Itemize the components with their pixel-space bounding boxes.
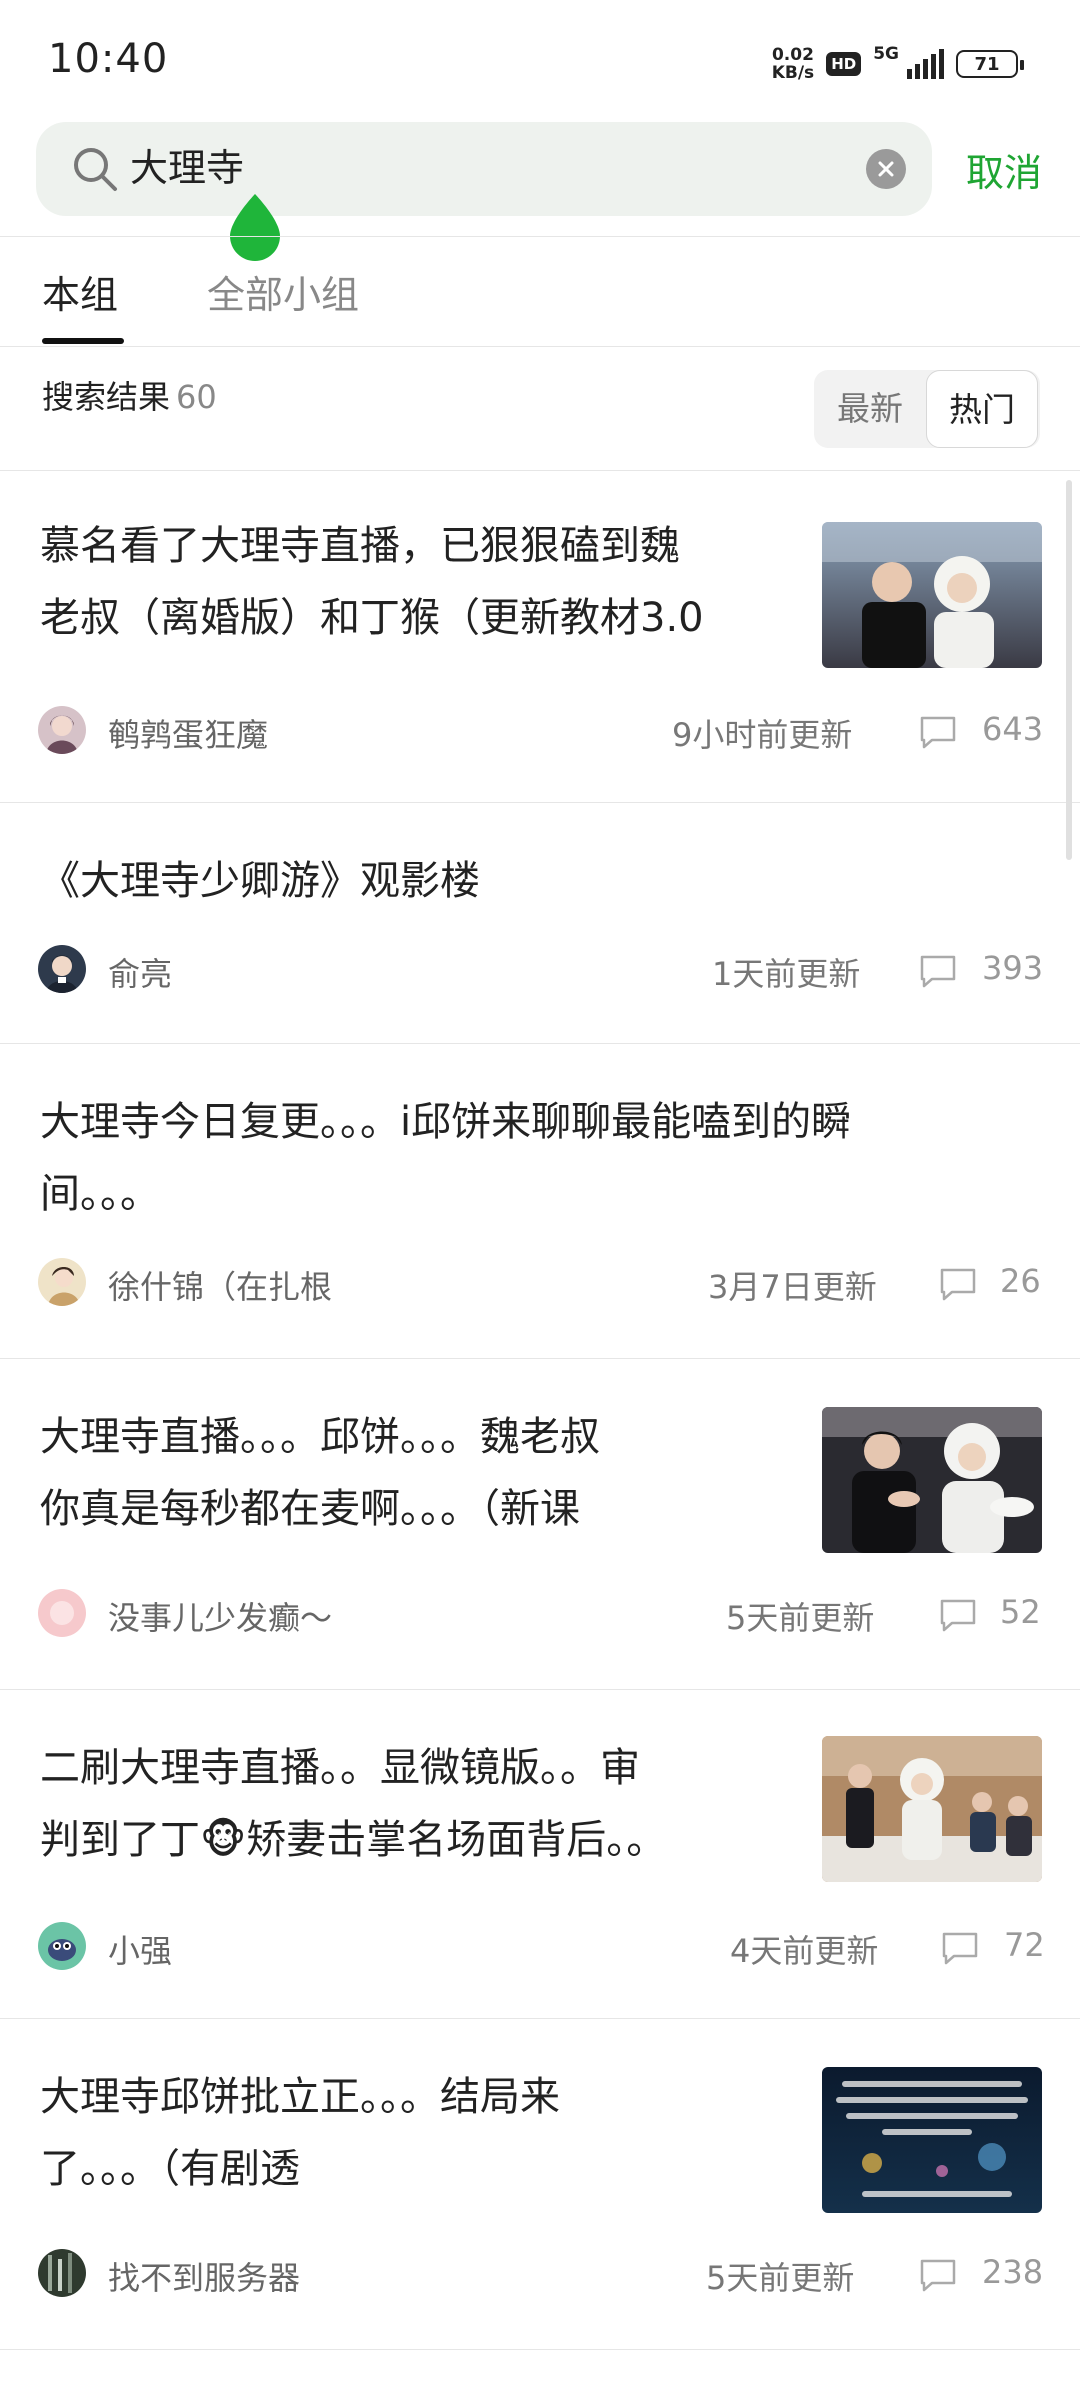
updated-time: 9小时前更新: [672, 716, 853, 754]
post-thumbnail[interactable]: [822, 1736, 1042, 1882]
sort-hot-button[interactable]: 热门: [926, 370, 1038, 448]
result-label: 搜索结果: [42, 378, 171, 416]
post-title[interactable]: 二刷大理寺直播。。显微镜版。。审 判到了丁🐵矫妻击掌名场面背后。。: [40, 1732, 666, 1876]
signal-icon: [907, 49, 944, 79]
post-title[interactable]: 大理寺今日复更。。。i邱饼来聊聊最能嗑到的瞬 间。。。: [40, 1086, 851, 1230]
list-item[interactable]: 大理寺邱饼批立正。。。结局来 了。。。（有剧透 找不到服务器 5天前更新 238: [0, 2019, 1080, 2349]
post-meta: 找不到服务器 5天前更新 238: [0, 2249, 1080, 2305]
search-input[interactable]: 大理寺: [36, 122, 932, 216]
search-query[interactable]: 大理寺: [130, 142, 244, 194]
comment-count: 26: [1000, 1262, 1041, 1300]
sort-latest-button[interactable]: 最新: [814, 370, 926, 448]
comment-count: 238: [982, 2253, 1044, 2291]
network-type-label: 5G: [873, 44, 899, 64]
avatar[interactable]: [38, 945, 86, 993]
post-meta: 鹌鹑蛋狂魔 9小时前更新 643: [0, 706, 1080, 762]
post-meta: 没事儿少发癫～ 5天前更新 52: [0, 1589, 1080, 1645]
post-title[interactable]: 慕名看了大理寺直播，已狠狠磕到魏 老叔（离婚版）和丁猴（更新教材3.0: [40, 510, 704, 654]
tab-this-group[interactable]: 本组: [42, 264, 118, 319]
post-thumbnail[interactable]: [822, 1407, 1042, 1553]
comment-count: 393: [982, 949, 1044, 987]
status-icons: 0.02 KB/s HD 5G 71: [772, 44, 1024, 84]
comment-icon: [940, 1599, 976, 1632]
hd-icon: HD: [826, 52, 862, 76]
comment-icon: [942, 1932, 978, 1965]
post-meta: 小强 4天前更新 72: [0, 1922, 1080, 1978]
author-name[interactable]: 徐什锦（在扎根: [108, 1262, 332, 1308]
comment-icon: [920, 955, 956, 988]
comment-count: 72: [1004, 1926, 1045, 1964]
author-name[interactable]: 没事儿少发癫～: [108, 1593, 332, 1639]
result-count: 60: [176, 378, 217, 416]
comment-icon: [940, 1268, 976, 1301]
list-item[interactable]: 《大理寺少卿游》观影楼 俞亮 1天前更新 393: [0, 803, 1080, 1043]
avatar[interactable]: [38, 2249, 86, 2297]
tabs-divider: [0, 346, 1080, 347]
divider: [0, 2349, 1080, 2350]
author-name[interactable]: 小强: [108, 1926, 172, 1972]
updated-time: 1天前更新: [712, 955, 861, 993]
network-speed-unit: KB/s: [771, 63, 815, 83]
active-tab-indicator: [42, 338, 124, 344]
avatar[interactable]: [38, 1258, 86, 1306]
updated-time: 4天前更新: [730, 1932, 879, 1970]
list-item[interactable]: 大理寺直播。。。邱饼。。。魏老叔 你真是每秒都在麦啊。。。（新课 没事儿少发癫～…: [0, 1359, 1080, 1689]
clear-icon[interactable]: [866, 149, 906, 189]
author-name[interactable]: 俞亮: [108, 949, 172, 995]
post-title[interactable]: 大理寺邱饼批立正。。。结局来 了。。。（有剧透: [40, 2061, 560, 2205]
battery-icon: 71: [956, 50, 1024, 78]
comment-count: 52: [1000, 1593, 1041, 1631]
result-summary: 搜索结果 60: [42, 372, 217, 418]
comment-icon: [920, 716, 956, 749]
updated-time: 5天前更新: [726, 1599, 875, 1637]
text-cursor-handle-icon[interactable]: [228, 192, 282, 262]
network-speed: 0.02 KB/s: [772, 46, 814, 82]
scrollbar[interactable]: [1066, 480, 1072, 860]
cancel-button[interactable]: 取消: [966, 142, 1042, 197]
post-title[interactable]: 大理寺直播。。。邱饼。。。魏老叔 你真是每秒都在麦啊。。。（新课: [40, 1401, 600, 1545]
updated-time: 5天前更新: [706, 2259, 855, 2297]
tab-all-groups[interactable]: 全部小组: [207, 264, 359, 319]
list-item[interactable]: 慕名看了大理寺直播，已狠狠磕到魏 老叔（离婚版）和丁猴（更新教材3.0 鹌鹑蛋狂…: [0, 470, 1080, 802]
author-name[interactable]: 找不到服务器: [108, 2253, 300, 2299]
post-meta: 徐什锦（在扎根 3月7日更新 26: [0, 1258, 1080, 1314]
post-thumbnail[interactable]: [822, 2067, 1042, 2213]
author-name[interactable]: 鹌鹑蛋狂魔: [108, 710, 268, 756]
list-item[interactable]: 大理寺今日复更。。。i邱饼来聊聊最能嗑到的瞬 间。。。 徐什锦（在扎根 3月7日…: [0, 1044, 1080, 1358]
avatar[interactable]: [38, 1589, 86, 1637]
header-divider: [0, 236, 1080, 237]
sort-toggle: 最新 热门: [814, 370, 1040, 448]
comment-icon: [920, 2259, 956, 2292]
search-icon: [74, 148, 117, 191]
status-bar: 10:40 0.02 KB/s HD 5G 71: [0, 0, 1080, 120]
post-meta: 俞亮 1天前更新 393: [0, 945, 1080, 1001]
avatar[interactable]: [38, 706, 86, 754]
post-thumbnail[interactable]: [822, 522, 1042, 668]
list-item[interactable]: 二刷大理寺直播。。显微镜版。。审 判到了丁🐵矫妻击掌名场面背后。。 小强 4天前…: [0, 1690, 1080, 2018]
avatar[interactable]: [38, 1922, 86, 1970]
status-time: 10:40: [48, 36, 169, 82]
post-title[interactable]: 《大理寺少卿游》观影楼: [40, 845, 480, 917]
comment-count: 643: [982, 710, 1044, 748]
updated-time: 3月7日更新: [708, 1268, 877, 1306]
battery-level: 71: [974, 53, 1000, 75]
network-speed-value: 0.02: [771, 45, 814, 65]
